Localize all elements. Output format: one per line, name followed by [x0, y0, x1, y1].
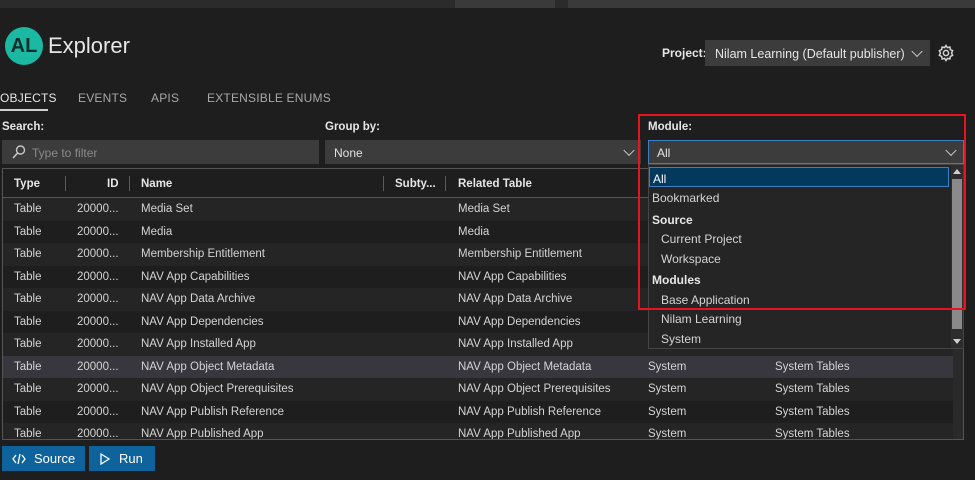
- table-cell: 20000...: [77, 338, 119, 350]
- table-cell: NAV App Installed App: [141, 338, 256, 350]
- table-cell: NAV App Dependencies: [141, 315, 264, 328]
- project-select[interactable]: Nilam Learning (Default publisher): [705, 40, 930, 66]
- table-cell: Table: [14, 405, 42, 418]
- column-id[interactable]: ID: [107, 178, 119, 190]
- table-cell: Table: [14, 225, 42, 238]
- table-cell: Media Set: [141, 203, 193, 215]
- table-cell: Membership Entitlement: [458, 248, 582, 260]
- table-cell: Media Set: [458, 203, 510, 215]
- table-row[interactable]: Table 20000... NAV App Object Prerequisite…: [3, 378, 956, 401]
- search-icon: [12, 145, 26, 159]
- code-icon: [12, 453, 26, 464]
- table-row[interactable]: Table 20000... NAV App Publish Reference NA…: [3, 401, 956, 424]
- table-cell: System Tables: [775, 405, 850, 418]
- search-placeholder: Type to filter: [32, 146, 98, 160]
- tab-objects[interactable]: OBJECTS: [0, 91, 57, 105]
- table-cell: System Tables: [775, 360, 850, 373]
- table-cell: NAV App Published App: [141, 428, 264, 440]
- table-cell: Media: [141, 225, 173, 238]
- table-cell: NAV App Capabilities: [141, 270, 250, 283]
- table-cell: Membership Entitlement: [141, 248, 265, 260]
- table-cell: NAV App Publish Reference: [141, 405, 284, 418]
- table-cell: System: [648, 383, 687, 395]
- group-by-value: None: [334, 146, 363, 160]
- project-select-value: Nilam Learning (Default publisher): [715, 47, 905, 61]
- table-cell: NAV App Capabilities: [458, 270, 567, 283]
- table-row[interactable]: Table 20000... NAV App Published App NAV Ap…: [3, 423, 956, 440]
- table-cell: 20000...: [77, 405, 119, 418]
- table-cell: Table: [14, 270, 42, 283]
- tab-events[interactable]: EVENTS: [78, 91, 127, 105]
- table-cell: Table: [14, 428, 42, 440]
- table-cell: Media: [458, 225, 490, 238]
- window-top-bar: [0, 0, 975, 8]
- dropdown-option-label: System: [661, 332, 702, 346]
- table-cell: 20000...: [77, 270, 119, 283]
- table-cell: 20000...: [77, 248, 119, 260]
- table-cell: System Tables: [775, 428, 850, 440]
- chevron-down-icon: [623, 144, 635, 157]
- highlight-box: [638, 114, 966, 310]
- tab-extensible-enums[interactable]: EXTENSIBLE ENUMS: [207, 91, 331, 105]
- table-cell: 20000...: [77, 383, 119, 395]
- table-cell: Table: [14, 293, 42, 305]
- tab-apis[interactable]: APIS: [151, 91, 179, 105]
- source-button-label: Source: [34, 451, 76, 466]
- table-cell: 20000...: [77, 293, 119, 305]
- table-cell: NAV App Object Metadata: [458, 360, 592, 373]
- table-cell: Table: [14, 383, 42, 395]
- table-cell: NAV App Data Archive: [458, 293, 573, 305]
- source-button[interactable]: Source: [2, 446, 85, 471]
- table-cell: 20000...: [77, 315, 119, 328]
- group-by-label: Group by:: [325, 121, 380, 133]
- table-cell: Table: [14, 338, 42, 350]
- table-cell: 20000...: [77, 225, 119, 238]
- table-cell: Table: [14, 360, 42, 373]
- table-cell: Table: [14, 203, 42, 215]
- gear-icon[interactable]: [936, 43, 956, 63]
- table-cell: NAV App Data Archive: [141, 293, 256, 305]
- search-label: Search:: [2, 121, 45, 133]
- table-cell: System Tables: [775, 383, 850, 395]
- play-icon: [100, 452, 111, 465]
- table-cell: NAV App Object Prerequisites: [141, 383, 294, 395]
- table-cell: NAV App Object Prerequisites: [458, 383, 611, 395]
- table-row[interactable]: Table 20000... NAV App Object Metadata NAV …: [3, 355, 956, 378]
- active-tab-indicator: [0, 109, 48, 111]
- table-cell: System: [648, 360, 687, 373]
- al-logo: AL: [5, 27, 43, 65]
- dropdown-option[interactable]: Nilam Learning: [649, 308, 949, 328]
- run-button-label: Run: [119, 451, 143, 466]
- table-cell: NAV App Object Metadata: [141, 360, 275, 373]
- column-name[interactable]: Name: [141, 178, 172, 190]
- table-cell: Table: [14, 248, 42, 260]
- chevron-down-icon: [911, 45, 923, 58]
- column-subtype[interactable]: Subty...: [395, 178, 436, 190]
- table-cell: 20000...: [77, 428, 119, 440]
- scroll-down-icon[interactable]: [953, 339, 961, 344]
- column-related-table[interactable]: Related Table: [458, 178, 532, 190]
- table-cell: NAV App Installed App: [458, 338, 573, 350]
- app-title: Explorer: [48, 33, 130, 58]
- search-input[interactable]: Type to filter: [2, 140, 319, 164]
- run-button[interactable]: Run: [89, 446, 155, 471]
- dropdown-option-label: Nilam Learning: [661, 312, 742, 326]
- table-cell: NAV App Published App: [458, 428, 581, 440]
- table-cell: System: [648, 405, 687, 418]
- table-cell: 20000...: [77, 360, 119, 373]
- table-cell: 20000...: [77, 203, 119, 215]
- project-label: Project:: [662, 46, 707, 60]
- column-type[interactable]: Type: [14, 178, 40, 190]
- table-cell: NAV App Dependencies: [458, 315, 581, 328]
- dropdown-option[interactable]: System: [649, 328, 949, 348]
- table-cell: System: [648, 428, 687, 440]
- table-cell: Table: [14, 315, 42, 328]
- group-by-select[interactable]: None: [325, 140, 641, 164]
- table-cell: NAV App Publish Reference: [458, 405, 601, 418]
